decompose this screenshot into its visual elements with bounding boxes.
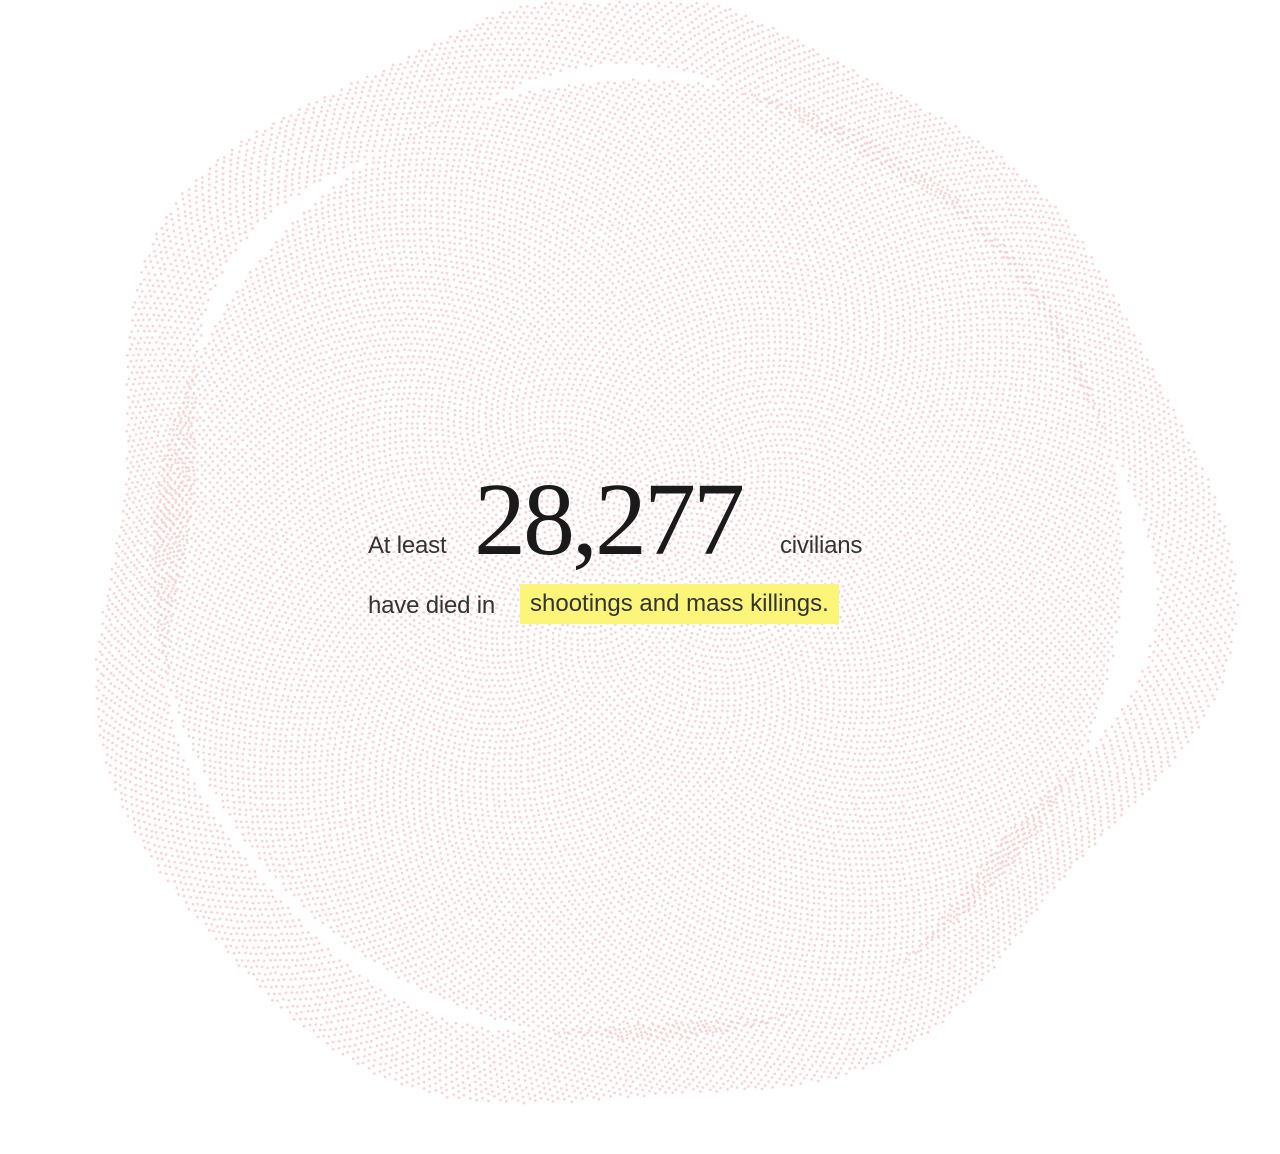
dot-cloud-chart: At least 28,277 civilians have died in s… [0,0,1280,1154]
headline-verb: have died in [368,592,496,619]
headline-line-1: At least 28,277 civilians [368,468,928,572]
highlighted-category: shootings and mass killings. [520,584,839,624]
headline-noun: civilians [780,532,863,559]
headline-lead: At least [368,532,447,559]
headline: At least 28,277 civilians have died in s… [368,468,928,626]
headline-line-2: have died in shootings and mass killings… [368,582,928,626]
death-count: 28,277 [474,462,745,577]
